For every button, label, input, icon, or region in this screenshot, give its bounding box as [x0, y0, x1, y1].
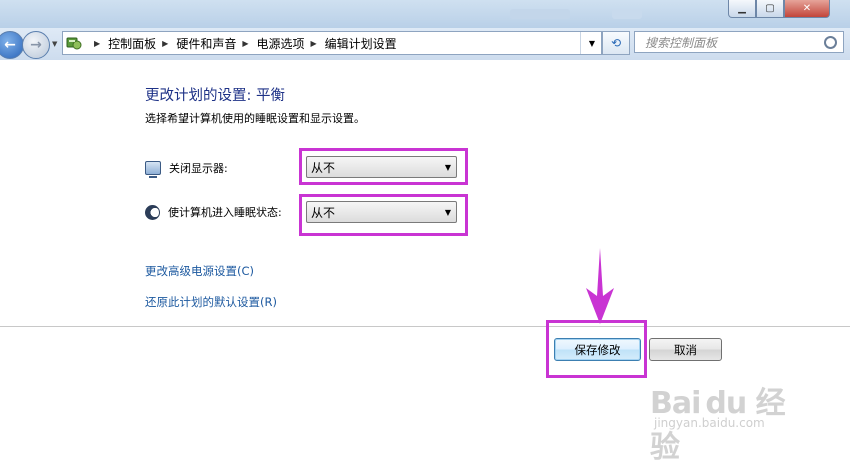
sleep-label: 使计算机进入睡眠状态:	[168, 206, 282, 219]
maximize-button[interactable]: ▢	[756, 0, 784, 18]
display-off-value: 从不	[311, 160, 336, 175]
back-button[interactable]: ←	[0, 31, 24, 59]
page-subtitle: 选择希望计算机使用的睡眠设置和显示设置。	[145, 112, 365, 125]
divider	[0, 326, 850, 327]
display-off-label: 关闭显示器:	[169, 162, 228, 175]
forward-button[interactable]: →	[22, 31, 50, 59]
breadcrumb-separator-icon[interactable]: ▶	[242, 39, 248, 48]
sleep-value: 从不	[311, 205, 336, 220]
minimize-button[interactable]: ▁	[728, 0, 756, 18]
close-button[interactable]: ✕	[784, 0, 830, 18]
title-blur	[612, 9, 642, 19]
cancel-button[interactable]: 取消	[649, 338, 722, 361]
title-bar: ▁ ▢ ✕	[0, 0, 850, 28]
breadcrumb-edit-plan-settings[interactable]: 编辑计划设置	[325, 35, 397, 52]
dropdown-arrow-icon: ▼	[444, 208, 451, 217]
title-blur	[510, 9, 570, 19]
search-icon[interactable]	[824, 36, 837, 49]
refresh-button[interactable]: ⟲	[602, 31, 630, 55]
monitor-icon	[145, 161, 161, 178]
annotation-arrow-icon	[586, 248, 614, 324]
save-changes-button[interactable]: 保存修改	[554, 338, 641, 361]
window-controls: ▁ ▢ ✕	[728, 0, 830, 18]
search-placeholder: 搜索控制面板	[645, 35, 718, 50]
search-input[interactable]: 搜索控制面板	[634, 31, 844, 53]
dropdown-arrow-icon: ▼	[444, 163, 451, 172]
breadcrumb-control-panel[interactable]: 控制面板	[108, 35, 156, 52]
page-title: 更改计划的设置: 平衡	[145, 88, 285, 104]
display-off-select[interactable]: 从不 ▼	[306, 156, 457, 178]
baidu-watermark: Bai du 经验 jingyan.baidu.com	[650, 378, 810, 465]
setting-row-display-off: 关闭显示器:	[145, 156, 228, 180]
breadcrumb-separator-icon[interactable]: ▶	[311, 39, 317, 48]
control-panel-icon	[66, 35, 82, 51]
restore-defaults-link[interactable]: 还原此计划的默认设置(R)	[145, 294, 277, 310]
breadcrumb-power-options[interactable]: 电源选项	[257, 35, 305, 52]
breadcrumb-separator-icon: ▶	[94, 38, 101, 48]
advanced-power-settings-link[interactable]: 更改高级电源设置(C)	[145, 263, 254, 279]
address-dropdown-icon[interactable]: ▼	[580, 32, 603, 54]
navigation-bar: ← → ▼ ▶ 控制面板 ▶ 硬件和声音 ▶ 电源选项 ▶ 编辑计划设置 ▼ ⟲…	[0, 28, 850, 60]
moon-icon	[145, 204, 160, 220]
recent-pages-dropdown-icon[interactable]: ▼	[52, 40, 57, 48]
sleep-select[interactable]: 从不 ▼	[306, 201, 457, 223]
watermark-url: jingyan.baidu.com	[654, 416, 765, 430]
setting-row-sleep: 使计算机进入睡眠状态:	[145, 200, 282, 224]
address-bar[interactable]: ▶ 控制面板 ▶ 硬件和声音 ▶ 电源选项 ▶ 编辑计划设置 ▼	[62, 31, 602, 55]
breadcrumb-hardware-sound[interactable]: 硬件和声音	[176, 35, 236, 52]
breadcrumb-separator-icon[interactable]: ▶	[162, 39, 168, 48]
